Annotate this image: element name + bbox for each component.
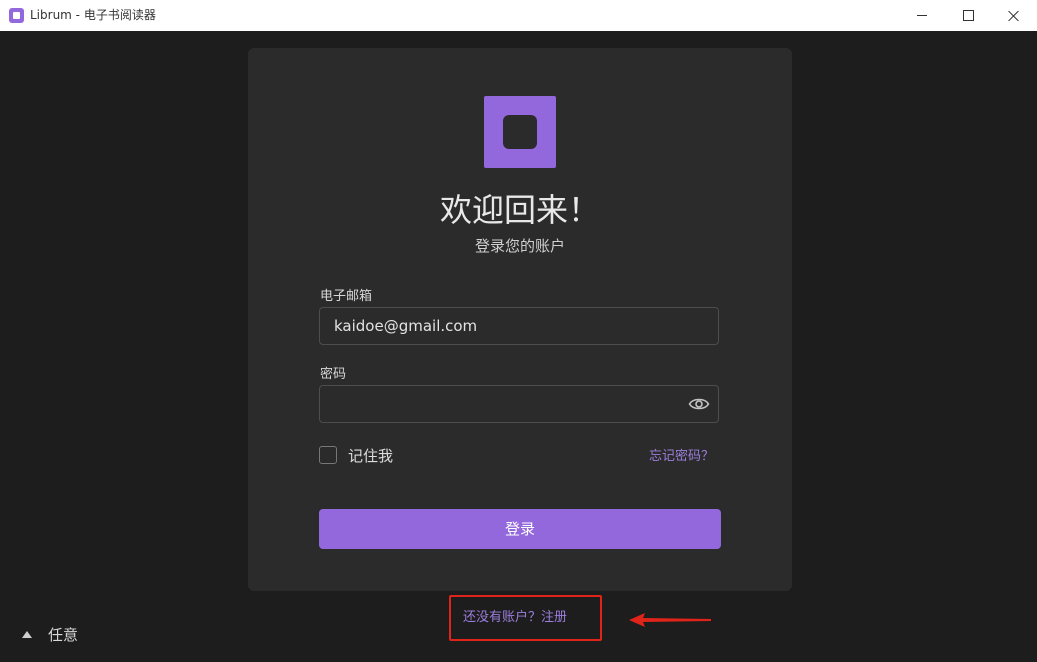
email-value: kaidoe@gmail.com bbox=[334, 317, 478, 335]
login-button[interactable]: 登录 bbox=[319, 509, 721, 549]
close-button[interactable] bbox=[991, 0, 1037, 31]
close-icon bbox=[1008, 10, 1020, 22]
mode-label[interactable]: 任意 bbox=[48, 626, 78, 645]
minimize-button[interactable] bbox=[899, 0, 945, 31]
logo-inner-square bbox=[503, 115, 537, 149]
librum-logo bbox=[484, 96, 556, 168]
password-label: 密码 bbox=[320, 367, 347, 382]
eye-icon[interactable] bbox=[688, 395, 710, 413]
maximize-button[interactable] bbox=[945, 0, 991, 31]
triangle-up-icon[interactable] bbox=[22, 631, 32, 638]
password-field[interactable] bbox=[319, 385, 719, 423]
email-label: 电子邮箱 bbox=[320, 289, 373, 304]
minimize-icon bbox=[917, 15, 927, 16]
maximize-icon bbox=[962, 10, 974, 21]
remember-checkbox[interactable] bbox=[319, 446, 337, 464]
window-titlebar: Librum - 电子书阅读器 bbox=[0, 0, 1037, 31]
librum-logo-icon bbox=[9, 8, 24, 23]
arrow-left-icon bbox=[629, 613, 711, 627]
forgot-password-link[interactable]: 忘记密码？ bbox=[649, 448, 714, 466]
email-field[interactable]: kaidoe@gmail.com bbox=[319, 307, 719, 345]
welcome-subheading: 登录您的账户 bbox=[474, 237, 565, 255]
remember-label[interactable]: 记住我 bbox=[348, 447, 393, 466]
window-title: Librum - 电子书阅读器 bbox=[30, 8, 156, 22]
welcome-heading: 欢迎回来！ bbox=[439, 191, 600, 229]
login-card: 欢迎回来！ 登录您的账户 电子邮箱 kaidoe@gmail.com 密码 记住… bbox=[248, 48, 792, 591]
signup-link[interactable]: 还没有账户？注册 bbox=[463, 609, 567, 627]
